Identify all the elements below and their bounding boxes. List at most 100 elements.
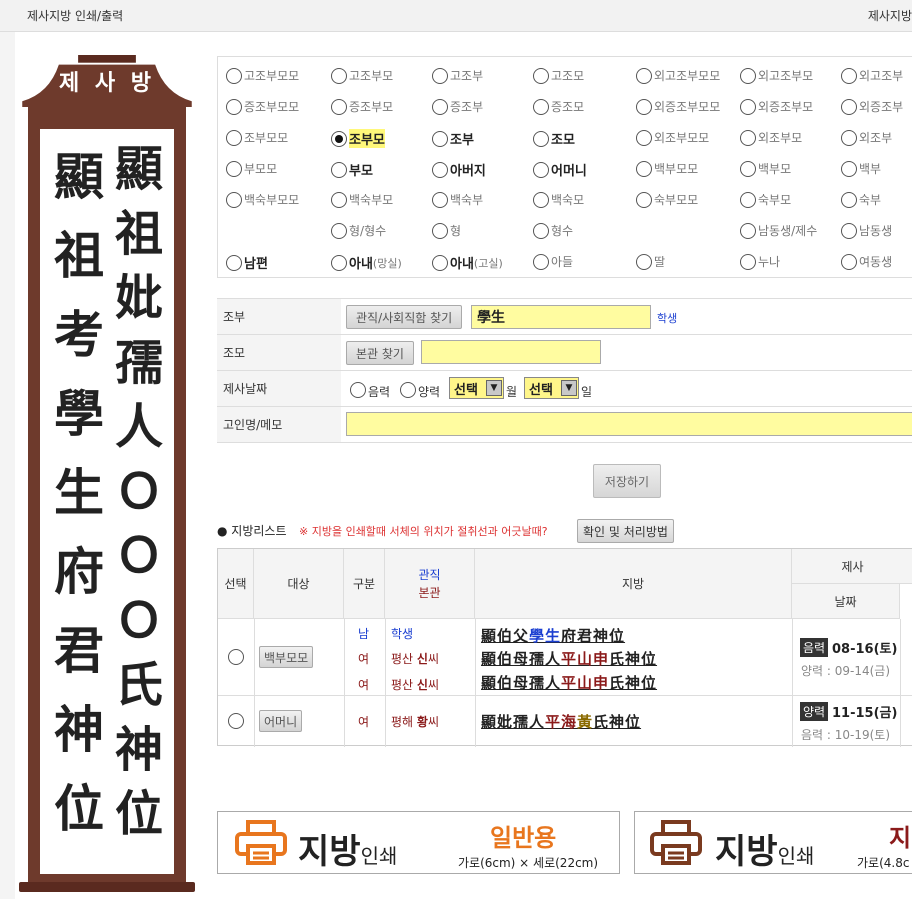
radio-button[interactable] <box>533 67 549 84</box>
radio-button[interactable] <box>636 191 652 208</box>
radio-button[interactable] <box>533 98 549 115</box>
radio-button[interactable] <box>432 222 448 239</box>
row-select-radio[interactable] <box>228 649 244 665</box>
radio-button[interactable] <box>226 191 242 208</box>
radio-button[interactable] <box>226 160 242 177</box>
relation-option[interactable]: 딸 <box>636 253 665 270</box>
relation-option[interactable]: 아내 (망실) <box>331 253 402 272</box>
radio-button[interactable] <box>740 222 756 239</box>
relation-option[interactable]: 백숙모 <box>533 191 584 208</box>
relation-option[interactable]: 아버지 <box>432 160 486 179</box>
relation-option[interactable]: 백숙부모모 <box>226 191 299 208</box>
radio-button[interactable] <box>841 129 857 146</box>
target-button[interactable]: 어머니 <box>259 710 303 732</box>
find-origin-button[interactable]: 본관 찾기 <box>346 341 414 365</box>
radio-button[interactable] <box>533 222 549 239</box>
radio-button[interactable] <box>432 130 448 147</box>
relation-option[interactable]: 부모모 <box>226 160 277 177</box>
radio-button[interactable] <box>740 67 756 84</box>
relation-option[interactable]: 숙부 <box>841 191 881 208</box>
target-button[interactable]: 백부모모 <box>259 646 314 668</box>
relation-option[interactable]: 숙부모 <box>740 191 791 208</box>
radio-button[interactable] <box>636 67 652 84</box>
relation-option[interactable]: 누나 <box>740 253 780 270</box>
relation-option[interactable]: 외조부 <box>841 129 892 146</box>
relation-option[interactable]: 외증조부 <box>841 98 903 115</box>
radio-button[interactable] <box>331 254 347 271</box>
relation-option[interactable]: 외고조부모 <box>740 67 813 84</box>
radio-button[interactable] <box>533 253 549 270</box>
radio-button[interactable] <box>432 67 448 84</box>
radio-button[interactable] <box>841 98 857 115</box>
relation-option[interactable]: 백부모 <box>740 160 791 177</box>
check-method-button[interactable]: 확인 및 처리방법 <box>577 519 674 543</box>
radio-button[interactable] <box>740 191 756 208</box>
relation-option[interactable]: 고조부 <box>432 67 483 84</box>
radio-button[interactable] <box>432 161 448 178</box>
relation-option[interactable]: 외증조부모모 <box>636 98 720 115</box>
radio-button[interactable] <box>533 130 549 147</box>
relation-option[interactable]: 외조부모 <box>740 129 802 146</box>
relation-option[interactable]: 외증조부모 <box>740 98 813 115</box>
radio-button[interactable] <box>636 160 652 177</box>
relation-option[interactable]: 증조부모모 <box>226 98 299 115</box>
relation-option[interactable]: 조모 <box>533 129 575 148</box>
print-banner-general[interactable]: 지방인쇄 일반용 가로(6cm) × 세로(22cm) <box>217 811 620 874</box>
jibang-text[interactable]: 顯伯母孺人平山申氏神位 <box>481 672 657 693</box>
relation-option[interactable]: 증조모 <box>533 98 584 115</box>
radio-button[interactable] <box>636 129 652 146</box>
relation-option[interactable]: 고조부모 <box>331 67 393 84</box>
radio-button[interactable] <box>841 191 857 208</box>
radio-button[interactable] <box>432 191 448 208</box>
radio-button[interactable] <box>226 129 242 146</box>
relation-option[interactable]: 남동생/제수 <box>740 222 817 239</box>
relation-option[interactable]: 남동생 <box>841 222 892 239</box>
radio-button[interactable] <box>841 67 857 84</box>
radio-button[interactable] <box>636 98 652 115</box>
radio-button[interactable] <box>533 161 549 178</box>
day-select[interactable]: 선택 ▼ <box>524 377 579 399</box>
month-select[interactable]: 선택 ▼ <box>449 377 504 399</box>
radio-button[interactable] <box>331 191 347 208</box>
relation-option[interactable]: 백숙부모 <box>331 191 393 208</box>
radio-button[interactable] <box>331 98 347 115</box>
relation-option[interactable]: 형 <box>432 222 461 239</box>
relation-option[interactable]: 백숙부 <box>432 191 483 208</box>
row-select-radio[interactable] <box>228 713 244 729</box>
radio-button[interactable] <box>740 253 756 270</box>
relation-option[interactable]: 숙부모모 <box>636 191 698 208</box>
origin-input[interactable] <box>421 340 601 364</box>
radio-button[interactable] <box>740 129 756 146</box>
radio-button[interactable] <box>226 98 242 115</box>
relation-option[interactable]: 조부모모 <box>226 129 288 146</box>
relation-option[interactable]: 형수 <box>533 222 573 239</box>
save-button[interactable]: 저장하기 <box>593 464 661 498</box>
relation-option[interactable]: 부모 <box>331 160 373 179</box>
radio-button[interactable] <box>331 67 347 84</box>
memo-input[interactable] <box>346 412 912 436</box>
relation-option[interactable]: 형/형수 <box>331 222 386 239</box>
relation-option[interactable]: 증조부 <box>432 98 483 115</box>
relation-option[interactable]: 외고조부모모 <box>636 67 720 84</box>
relation-option[interactable]: 백부 <box>841 160 881 177</box>
radio-button[interactable] <box>740 160 756 177</box>
radio-button[interactable] <box>432 98 448 115</box>
radio-button[interactable] <box>331 161 347 178</box>
relation-option[interactable]: 여동생 <box>841 253 892 270</box>
radio-button[interactable] <box>533 191 549 208</box>
find-office-button[interactable]: 관직/사회직함 찾기 <box>346 305 463 329</box>
radio-button[interactable] <box>841 253 857 270</box>
relation-option[interactable]: 조부 <box>432 129 474 148</box>
jibang-text[interactable]: 顯伯父學生府君神位 <box>481 625 625 646</box>
jibang-text[interactable]: 顯伯母孺人平山申氏神位 <box>481 648 657 669</box>
jibang-text[interactable]: 顯妣孺人平海黃氏神位 <box>481 711 641 732</box>
relation-option[interactable]: 증조부모 <box>331 98 393 115</box>
relation-option[interactable]: 고조부모모 <box>226 67 299 84</box>
office-input[interactable]: 學生 <box>471 305 651 329</box>
radio-button[interactable] <box>331 130 347 147</box>
radio-button[interactable] <box>841 222 857 239</box>
print-banner-other[interactable]: 지방인쇄 지방 가로(4.8c <box>634 811 912 874</box>
lunar-radio[interactable] <box>350 382 366 398</box>
relation-option[interactable]: 외고조부 <box>841 67 903 84</box>
relation-option[interactable]: 아들 <box>533 253 573 270</box>
